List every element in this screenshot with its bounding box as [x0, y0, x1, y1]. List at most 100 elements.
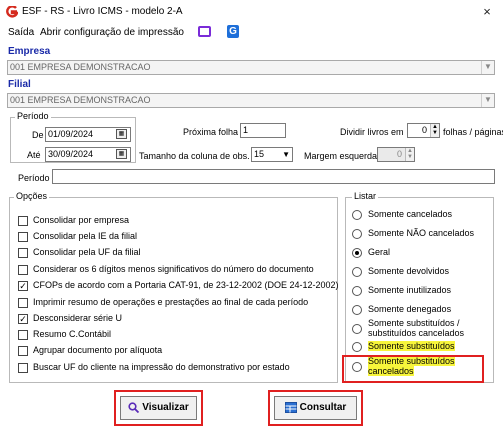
radio-button[interactable]	[352, 342, 362, 352]
checkbox[interactable]	[18, 330, 28, 340]
radio-button[interactable]	[352, 210, 362, 220]
listar-label: Somente substituídos	[368, 341, 455, 351]
de-date-input[interactable]: 01/09/2024 ▦	[45, 127, 131, 142]
proxima-folha-input[interactable]: 1	[240, 123, 286, 138]
spinner-arrows-icon[interactable]: ▲ ▼	[430, 124, 439, 137]
listar-radio-row[interactable]: Somente substituídos	[352, 341, 490, 353]
menu-item-abrir-configuracao[interactable]: Abrir configuração de impressão	[40, 27, 184, 38]
listar-radio-row[interactable]: Somente inutilizados	[352, 285, 490, 297]
radio-button[interactable]	[352, 286, 362, 296]
empresa-combo[interactable]: 001 EMPRESA DEMONSTRACAO ▼	[7, 60, 495, 75]
empresa-value: 001 EMPRESA DEMONSTRACAO	[10, 62, 151, 72]
checkmark-icon[interactable]: ✓	[18, 314, 28, 324]
listar-radio-row[interactable]: Somente devolvidos	[352, 266, 490, 278]
checkbox[interactable]	[18, 298, 28, 308]
window-title: ESF - RS - Livro ICMS - modelo 2-A	[22, 6, 183, 17]
listar-group-title: Listar	[352, 191, 379, 201]
ate-label: Até	[27, 150, 41, 160]
listar-radio-row[interactable]: Somente NÃO cancelados	[352, 228, 490, 240]
chevron-down-icon[interactable]: ▼	[481, 94, 494, 107]
opcao-label: Resumo C.Contábil	[33, 329, 112, 339]
print-config-icon[interactable]	[198, 26, 211, 37]
chevron-down-icon[interactable]: ▼	[481, 61, 494, 74]
tamanho-coluna-label: Tamanho da coluna de obs.	[139, 151, 250, 161]
de-date-value: 01/09/2024	[48, 129, 94, 139]
opcao-label: Buscar UF do cliente na impressão do dem…	[33, 362, 290, 372]
listar-label: Geral	[368, 247, 391, 257]
checkbox[interactable]	[18, 232, 28, 242]
calendar-icon[interactable]: ▦	[116, 129, 127, 139]
opcao-checkbox-row[interactable]: Buscar UF do cliente na impressão do dem…	[18, 362, 336, 374]
opcao-checkbox-row[interactable]: Considerar os 6 dígitos menos significat…	[18, 264, 336, 276]
highlight-annotation-box	[342, 355, 484, 383]
radio-button[interactable]	[352, 324, 362, 334]
listar-label: Somente denegados	[368, 304, 452, 314]
opcao-checkbox-row[interactable]: Consolidar pela UF da filial	[18, 247, 336, 259]
opcao-label: Desconsiderar série U	[33, 313, 123, 323]
periodo-field-input[interactable]	[52, 169, 495, 184]
checkbox[interactable]	[18, 265, 28, 275]
visualizar-label: Visualizar	[142, 402, 189, 413]
margem-esquerda-spinner[interactable]: 0 ▲ ▼	[377, 147, 415, 162]
opcao-label: Agrupar documento por alíquota	[33, 345, 163, 355]
folhas-paginas-label: folhas / páginas	[443, 127, 503, 137]
listar-radio-row[interactable]: Somente cancelados	[352, 209, 490, 221]
tamanho-coluna-value: 15	[254, 149, 265, 159]
close-button[interactable]: ×	[476, 3, 498, 21]
consultar-button[interactable]: Consultar	[274, 396, 357, 420]
tamanho-coluna-select[interactable]: 15 ▼	[251, 147, 293, 162]
opcao-label: Consolidar por empresa	[33, 215, 130, 225]
periodo-group-title: Período	[15, 111, 51, 121]
radio-button[interactable]	[352, 305, 362, 315]
filial-combo[interactable]: 001 EMPRESA DEMONSTRACAO ▼	[7, 93, 495, 108]
listar-label: Somente devolvidos	[368, 266, 450, 276]
checkmark-icon[interactable]: ✓	[18, 281, 28, 291]
listar-radio-row[interactable]: Somente denegados	[352, 304, 490, 316]
listar-label: Somente cancelados	[368, 209, 453, 219]
checkbox[interactable]	[18, 346, 28, 356]
opcao-checkbox-row[interactable]: Consolidar por empresa	[18, 215, 336, 227]
calendar-icon[interactable]: ▦	[116, 149, 127, 159]
filial-label: Filial	[8, 79, 31, 90]
checkbox[interactable]	[18, 363, 28, 373]
listar-label-line: substituídos cancelados	[368, 328, 465, 338]
periodo-field-label: Período	[18, 173, 50, 183]
listar-radio-row[interactable]: Geral	[352, 247, 490, 259]
de-label: De	[32, 130, 44, 140]
listar-label: Somente NÃO cancelados	[368, 228, 475, 238]
visualizar-button[interactable]: Visualizar	[120, 396, 197, 420]
listar-label: Somente inutilizados	[368, 285, 452, 295]
opcao-checkbox-row[interactable]: Consolidar pela IE da filial	[18, 231, 336, 243]
listar-radio-row[interactable]: Somente substituídos / substituídos cance…	[352, 318, 490, 339]
opcoes-group-title: Opções	[14, 191, 50, 201]
opcao-checkbox-row[interactable]: ✓ CFOPs de acordo com a Portaria CAT-91, …	[18, 280, 339, 292]
opcao-checkbox-row[interactable]: Resumo C.Contábil	[18, 329, 336, 341]
spinner-arrows-icon[interactable]: ▲ ▼	[405, 148, 414, 161]
ate-date-input[interactable]: 30/09/2024 ▦	[45, 147, 131, 162]
opcao-label: Consolidar pela UF da filial	[33, 247, 141, 257]
opcao-label: Considerar os 6 dígitos menos significat…	[33, 264, 314, 274]
opcao-checkbox-row[interactable]: Imprimir resumo de operações e prestaçõe…	[18, 297, 336, 309]
opcao-checkbox-row[interactable]: Agrupar documento por alíquota	[18, 345, 336, 357]
opcao-label: CFOPs de acordo com a Portaria CAT-91, d…	[33, 280, 339, 290]
app-g-icon[interactable]: G	[227, 25, 239, 38]
listar-label-line: Somente substituídos /	[368, 318, 460, 328]
menu-item-saida[interactable]: Saída	[8, 27, 34, 38]
magnifier-icon	[128, 402, 140, 413]
opcao-label: Imprimir resumo de operações e prestaçõe…	[33, 297, 309, 307]
checkbox[interactable]	[18, 248, 28, 258]
radio-button[interactable]	[352, 248, 362, 258]
margem-esquerda-value: 0	[396, 149, 402, 159]
checkbox[interactable]	[18, 216, 28, 226]
filial-value: 001 EMPRESA DEMONSTRACAO	[10, 95, 151, 105]
chevron-down-icon[interactable]: ▼	[282, 148, 290, 161]
opcao-checkbox-row[interactable]: ✓ Desconsiderar série U	[18, 313, 336, 325]
app-logo-icon	[6, 6, 18, 18]
dividir-label: Dividir livros em	[340, 127, 404, 137]
dividir-spinner[interactable]: 0 ▲ ▼	[407, 123, 440, 138]
table-view-icon	[284, 401, 297, 413]
proxima-folha-label: Próxima folha	[183, 127, 239, 137]
radio-button[interactable]	[352, 267, 362, 277]
radio-button[interactable]	[352, 229, 362, 239]
empresa-label: Empresa	[8, 46, 51, 57]
